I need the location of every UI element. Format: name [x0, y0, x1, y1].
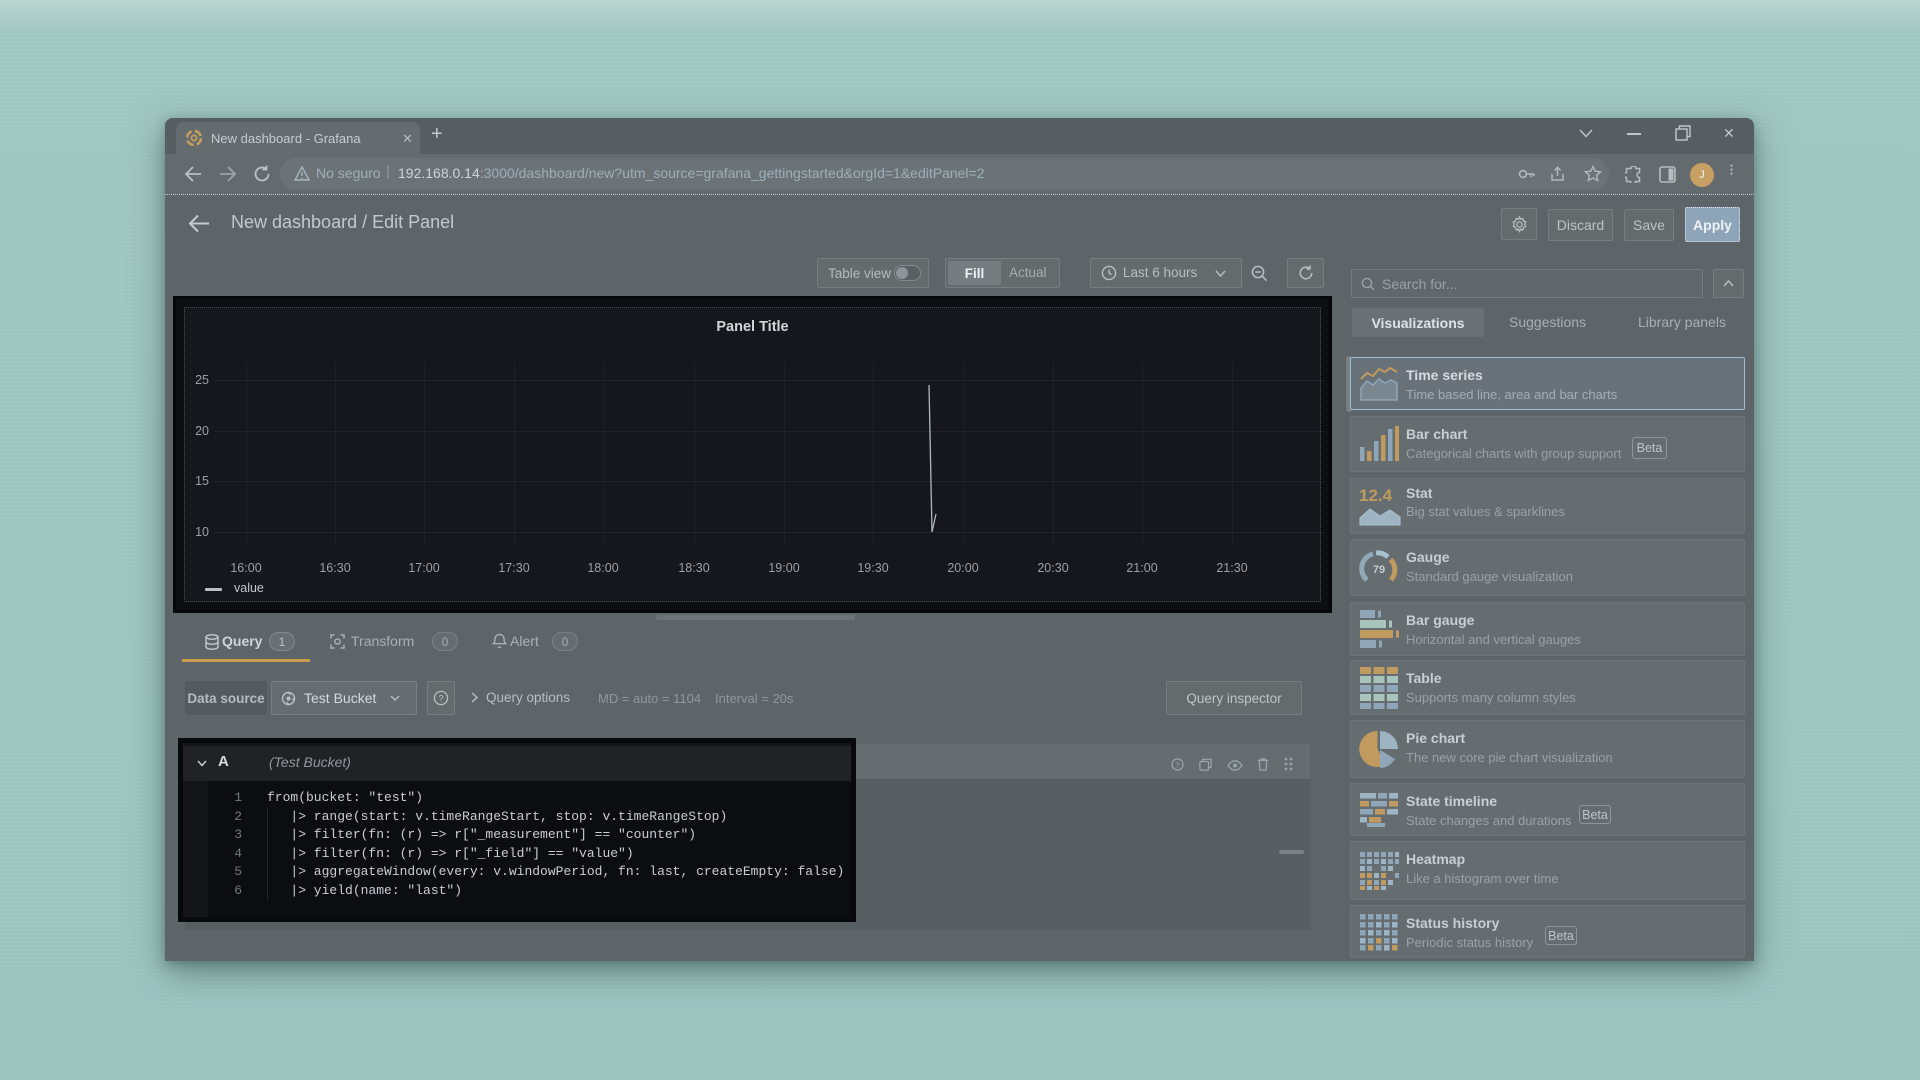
svg-text:?: ? [438, 693, 443, 703]
svg-text:?: ? [1175, 760, 1179, 769]
svg-text:12.4: 12.4 [1359, 486, 1393, 505]
svg-text:79: 79 [1373, 564, 1385, 576]
